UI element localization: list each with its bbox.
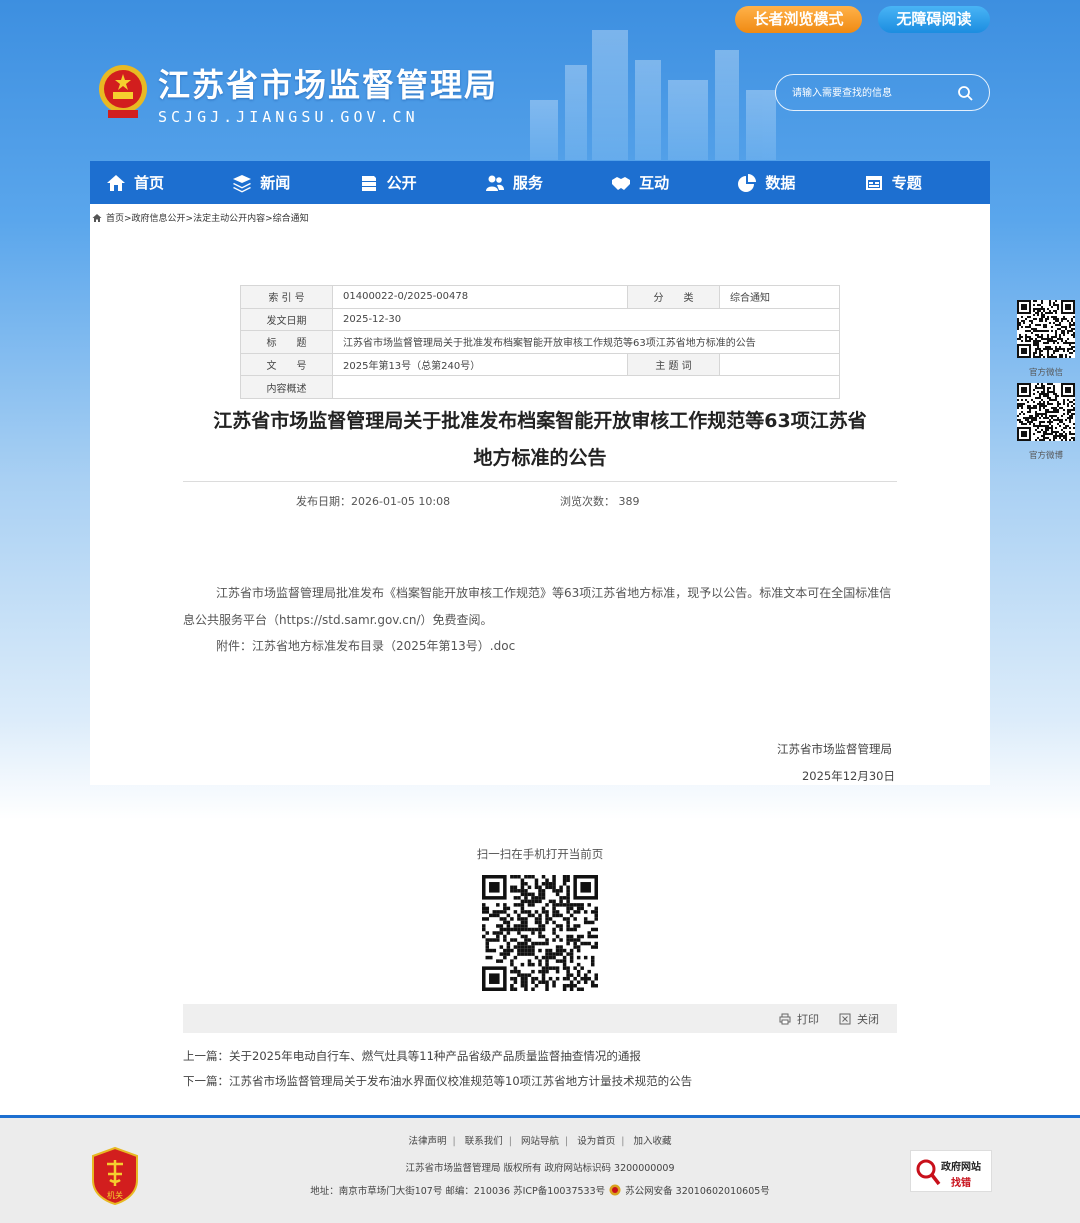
meta-label: 主 题 词	[627, 352, 720, 377]
meta-value: 01400022-0/2025-00478	[332, 285, 628, 309]
attachment-link[interactable]: 附件：江苏省地方标准发布目录（2025年第13号）.doc	[183, 633, 897, 660]
nav-item-interact[interactable]: 互动	[611, 161, 737, 204]
footer-link-sitemap[interactable]: 网站导航	[521, 1136, 559, 1147]
table-row: 标 题 江苏省市场监督管理局关于批准发布档案智能开放审核工作规范等63项江苏省地…	[240, 330, 840, 354]
nav-item-label: 数据	[765, 174, 796, 192]
footer-link-contact[interactable]: 联系我们	[465, 1136, 503, 1147]
nav-item-news[interactable]: 新闻	[232, 161, 358, 204]
scan-qr-label: 扫一扫在手机打开当前页	[476, 847, 604, 861]
nav-item-service[interactable]: 服务	[485, 161, 611, 204]
title-divider	[183, 481, 897, 482]
breadcrumb-path[interactable]: 首页>政府信息公开>法定主动公开内容>综合通知	[106, 211, 309, 224]
nav-item-label: 新闻	[260, 174, 291, 192]
view-count: 浏览次数： 389	[560, 495, 640, 508]
search-input[interactable]	[792, 83, 952, 103]
footer-links: 法律声明 | 联系我们 | 网站导航 | 设为首页 | 加入收藏	[408, 1136, 672, 1147]
table-row: 文 号 2025年第13号（总第240号） 主 题 词	[240, 352, 840, 377]
magnifier-icon	[916, 1159, 941, 1186]
article-title-line: 江苏省市场监督管理局关于批准发布档案智能开放审核工作规范等63项江苏省	[213, 410, 867, 432]
party-badge-text: 机关	[107, 1190, 123, 1200]
site-title[interactable]: 江苏省市场监督管理局	[158, 60, 498, 106]
gov-badge-title: 政府网站	[941, 1162, 981, 1173]
nav-item-label: 专题	[891, 174, 922, 192]
footer-link-bookmark[interactable]: 加入收藏	[633, 1136, 671, 1147]
close-label: 关闭	[857, 1013, 879, 1026]
weibo-qr-label: 官方微博	[1028, 451, 1063, 461]
meta-value	[719, 352, 840, 377]
article-title: 江苏省市场监督管理局关于批准发布档案智能开放审核工作规范等63项江苏省 地方标准…	[185, 403, 895, 477]
nav-item-data[interactable]: 数据	[737, 161, 863, 204]
meta-label: 分 类	[627, 285, 720, 309]
next-article-link[interactable]: 下一篇：江苏省市场监督管理局关于发布油水界面仪校准规范等10项江苏省地方计量技术…	[183, 1073, 692, 1089]
main-nav: 首页 新闻 公开 服务 互动 数据 专题	[90, 161, 990, 204]
meta-value	[332, 375, 840, 399]
nav-item-label: 互动	[639, 174, 670, 192]
footer-link-legal[interactable]: 法律声明	[408, 1136, 446, 1147]
home-icon	[92, 213, 102, 222]
nav-item-home[interactable]: 首页	[106, 161, 232, 204]
meta-label: 文 号	[240, 352, 333, 377]
wechat-qr-code	[1017, 300, 1075, 358]
wechat-qr-label: 官方微信	[1028, 368, 1063, 378]
print-button[interactable]: 打印	[779, 1011, 819, 1027]
home-icon	[107, 174, 125, 191]
meta-label: 索 引 号	[240, 285, 333, 309]
national-emblem-icon	[99, 65, 147, 118]
table-row: 索 引 号 01400022-0/2025-00478 分 类 综合通知	[240, 285, 840, 309]
meta-value: 江苏省市场监督管理局关于批准发布档案智能开放审核工作规范等63项江苏省地方标准的…	[332, 330, 840, 354]
weibo-qr-code	[1017, 383, 1075, 441]
breadcrumb: 首页>政府信息公开>法定主动公开内容>综合通知	[92, 211, 309, 224]
meta-value: 综合通知	[719, 285, 840, 309]
nav-item-label: 公开	[386, 174, 417, 192]
footer-address-text: 地址：南京市草场门大街107号 邮编：210036 苏ICP备10037533号	[310, 1186, 606, 1197]
publish-date: 发布日期：2026-01-05 10:08	[296, 495, 451, 508]
monitor-icon	[865, 175, 882, 190]
document-meta-table: 索 引 号 01400022-0/2025-00478 分 类 综合通知 发文日…	[240, 285, 840, 399]
search-box	[775, 74, 990, 111]
meta-value: 2025年第13号（总第240号）	[332, 352, 628, 377]
party-organ-badge-icon[interactable]: 机关	[90, 1146, 140, 1206]
previous-article-link[interactable]: 上一篇：关于2025年电动自行车、燃气灶具等11种产品省级产品质量监督抽查情况的…	[183, 1048, 641, 1064]
meta-value: 2025-12-30	[332, 307, 840, 332]
article-body: 江苏省市场监督管理局批准发布《档案智能开放审核工作规范》等63项江苏省地方标准，…	[183, 580, 897, 660]
signature-date: 2025年12月30日	[801, 769, 895, 783]
meta-label: 标 题	[240, 330, 333, 354]
police-badge-icon	[609, 1184, 621, 1196]
close-button[interactable]: 关闭	[839, 1011, 879, 1027]
stack-icon	[361, 175, 376, 191]
signature-organization: 江苏省市场监督管理局	[777, 742, 892, 756]
page-qr-code	[482, 875, 598, 991]
layers-icon	[233, 174, 252, 192]
footer-police-record[interactable]: 苏公网安备 32010602010605号	[625, 1183, 770, 1197]
table-row: 内容概述	[240, 375, 840, 399]
article-paragraph: 江苏省市场监督管理局批准发布《档案智能开放审核工作规范》等63项江苏省地方标准，…	[183, 586, 892, 627]
search-icon[interactable]	[957, 85, 973, 101]
header-skyline-decoration	[520, 30, 780, 160]
nav-item-label: 服务	[512, 174, 543, 192]
table-row: 发文日期 2025-12-30	[240, 307, 840, 332]
elder-mode-button[interactable]: 长者浏览模式	[735, 6, 862, 33]
handshake-icon	[612, 176, 631, 190]
meta-label: 内容概述	[240, 375, 333, 399]
site-domain: SCJGJ.JIANGSU.GOV.CN	[158, 108, 419, 126]
people-icon	[485, 175, 504, 191]
meta-label: 发文日期	[240, 307, 333, 332]
print-label: 打印	[797, 1013, 819, 1026]
close-icon	[839, 1013, 851, 1025]
nav-item-open[interactable]: 公开	[359, 161, 485, 204]
print-icon	[779, 1013, 791, 1025]
gov-badge-subtitle: 找错	[951, 1178, 971, 1189]
nav-item-label: 首页	[134, 174, 165, 192]
gov-site-error-report-badge[interactable]: 政府网站 找错	[910, 1150, 992, 1192]
pie-chart-icon	[738, 173, 757, 192]
nav-item-topic[interactable]: 专题	[864, 161, 990, 204]
article-title-line: 地方标准的公告	[473, 447, 607, 469]
footer-link-set-home[interactable]: 设为首页	[577, 1136, 615, 1147]
accessible-reading-button[interactable]: 无障碍阅读	[878, 6, 990, 33]
